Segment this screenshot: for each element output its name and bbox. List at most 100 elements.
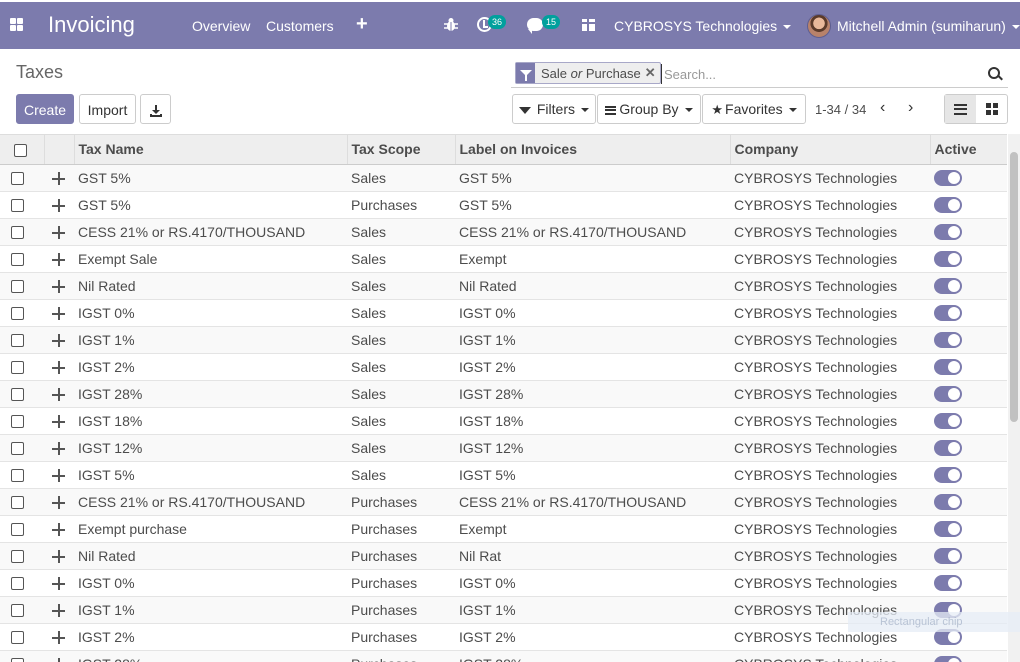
cell-company[interactable]: CYBROSYS Technologies [730, 434, 930, 462]
cell-company[interactable]: CYBROSYS Technologies [730, 488, 930, 516]
cell-label-on-invoices[interactable]: IGST 0% [455, 299, 730, 327]
cell-label-on-invoices[interactable]: Nil Rat [455, 542, 730, 570]
table-row[interactable]: IGST 0% Purchases IGST 0% CYBROSYS Technolo… [0, 569, 1007, 597]
active-toggle[interactable] [934, 413, 962, 430]
row-checkbox[interactable] [11, 496, 24, 510]
column-tax-name[interactable]: Tax Name [74, 135, 348, 165]
cell-label-on-invoices[interactable]: IGST 28% [455, 650, 730, 662]
table-row[interactable]: IGST 12% Sales IGST 12% CYBROSYS Technologi… [0, 434, 1007, 462]
active-toggle[interactable] [934, 197, 962, 214]
cell-label-on-invoices[interactable]: IGST 2% [455, 623, 730, 651]
cell-tax-scope[interactable]: Purchases [347, 515, 455, 543]
cell-tax-name[interactable]: Exempt purchase [74, 515, 347, 543]
cell-label-on-invoices[interactable]: Nil Rated [455, 272, 730, 300]
active-toggle[interactable] [934, 440, 962, 457]
cell-tax-scope[interactable]: Sales [347, 461, 455, 489]
cell-tax-name[interactable]: IGST 2% [74, 353, 347, 381]
search-icon[interactable] [988, 67, 1000, 79]
cell-tax-name[interactable]: IGST 1% [74, 596, 347, 624]
active-toggle[interactable] [934, 386, 962, 403]
active-toggle[interactable] [934, 359, 962, 376]
cell-tax-scope[interactable]: Purchases [347, 596, 455, 624]
cell-tax-name[interactable]: CESS 21% or RS.4170/THOUSAND [74, 218, 347, 246]
pager-next-icon[interactable]: › [908, 100, 916, 116]
active-toggle[interactable] [934, 305, 962, 322]
cell-label-on-invoices[interactable]: CESS 21% or RS.4170/THOUSAND [455, 488, 730, 516]
create-button[interactable]: Create [16, 94, 74, 124]
table-row[interactable]: IGST 0% Sales IGST 0% CYBROSYS Technologies [0, 299, 1007, 327]
table-row[interactable]: IGST 28%PurchasesIGST 28%CYBROSYS Techno… [0, 650, 1007, 662]
drag-handle-icon[interactable] [52, 523, 65, 537]
plus-icon[interactable]: + [356, 13, 368, 36]
company-switcher[interactable]: CYBROSYS Technologies [614, 18, 792, 34]
group-by-dropdown[interactable]: Group By [597, 94, 701, 124]
cell-tax-scope[interactable]: Sales [347, 407, 455, 435]
cell-tax-name[interactable]: IGST 28% [74, 380, 347, 408]
filters-dropdown[interactable]: Filters [512, 94, 596, 124]
cell-tax-name[interactable]: CESS 21% or RS.4170/THOUSAND [74, 488, 347, 516]
cell-tax-scope[interactable]: Purchases [347, 488, 455, 516]
cell-company[interactable]: CYBROSYS Technologies [730, 650, 930, 662]
row-checkbox[interactable] [11, 226, 24, 240]
row-checkbox[interactable] [11, 361, 24, 375]
active-toggle[interactable] [934, 224, 962, 241]
active-toggle[interactable] [934, 548, 962, 565]
drag-handle-icon[interactable] [52, 280, 65, 294]
row-checkbox[interactable] [11, 577, 24, 591]
column-tax-scope[interactable]: Tax Scope [347, 135, 456, 165]
active-toggle[interactable] [934, 494, 962, 511]
table-row[interactable]: CESS 21% or RS.4170/THOUSAND Purchases CES… [0, 488, 1007, 516]
column-label-on-invoices[interactable]: Label on Invoices [455, 135, 731, 165]
drag-handle-icon[interactable] [52, 496, 65, 510]
pager-previous-icon[interactable]: ‹ [880, 100, 888, 116]
cell-label-on-invoices[interactable]: Exempt [455, 515, 730, 543]
cell-tax-name[interactable]: IGST 18% [74, 407, 347, 435]
active-toggle[interactable] [934, 332, 962, 349]
table-row[interactable]: Nil Rated Sales Nil Rated CYBROSYS Technolo… [0, 272, 1007, 300]
drag-handle-icon[interactable] [52, 415, 65, 429]
active-toggle[interactable] [934, 251, 962, 268]
drag-handle-icon[interactable] [52, 469, 65, 483]
menu-customers[interactable]: Customers [266, 18, 334, 34]
cell-tax-scope[interactable]: Sales [347, 164, 455, 192]
table-row[interactable]: IGST 1% Sales IGST 1% CYBROSYS Technologies [0, 326, 1007, 354]
cell-label-on-invoices[interactable]: IGST 18% [455, 407, 730, 435]
row-checkbox[interactable] [11, 658, 24, 662]
table-row[interactable]: IGST 28% Sales IGST 28% CYBROSYS Technologi… [0, 380, 1007, 408]
active-toggle[interactable] [934, 467, 962, 484]
row-checkbox[interactable] [11, 604, 24, 618]
facet-remove-icon[interactable]: ✕ [645, 65, 660, 81]
cell-tax-name[interactable]: GST 5% [74, 164, 347, 192]
table-row[interactable]: Exempt purchase Purchases Exempt CYBROSYS T… [0, 515, 1007, 543]
pager-value[interactable]: 1-34 / 34 [815, 102, 866, 117]
cell-company[interactable]: CYBROSYS Technologies [730, 299, 930, 327]
drag-handle-icon[interactable] [52, 226, 65, 240]
active-toggle[interactable] [934, 575, 962, 592]
drag-handle-icon[interactable] [52, 253, 65, 267]
cell-tax-scope[interactable]: Purchases [347, 623, 455, 651]
table-row[interactable]: IGST 2% Sales IGST 2% CYBROSYS Technologies [0, 353, 1007, 381]
table-row[interactable]: CESS 21% or RS.4170/THOUSAND Sales CESS 21… [0, 218, 1007, 246]
active-toggle[interactable] [934, 656, 962, 662]
cell-label-on-invoices[interactable]: IGST 2% [455, 353, 730, 381]
drag-handle-icon[interactable] [52, 550, 65, 564]
drag-handle-icon[interactable] [52, 604, 65, 618]
cell-tax-name[interactable]: IGST 5% [74, 461, 347, 489]
scrollbar[interactable] [1008, 134, 1020, 662]
cell-company[interactable]: CYBROSYS Technologies [730, 515, 930, 543]
drag-handle-icon[interactable] [52, 334, 65, 348]
cell-label-on-invoices[interactable]: IGST 5% [455, 461, 730, 489]
row-checkbox[interactable] [11, 253, 24, 267]
cell-company[interactable]: CYBROSYS Technologies [730, 164, 930, 192]
row-checkbox[interactable] [11, 280, 24, 294]
download-button[interactable] [140, 94, 171, 124]
cell-company[interactable]: CYBROSYS Technologies [730, 542, 930, 570]
row-checkbox[interactable] [11, 172, 24, 186]
cell-label-on-invoices[interactable]: Exempt [455, 245, 730, 273]
active-toggle[interactable] [934, 278, 962, 295]
cell-label-on-invoices[interactable]: IGST 0% [455, 569, 730, 597]
cell-tax-name[interactable]: IGST 2% [74, 623, 347, 651]
user-avatar[interactable] [807, 14, 831, 38]
drag-handle-icon[interactable] [52, 658, 65, 662]
cell-tax-scope[interactable]: Sales [347, 299, 455, 327]
